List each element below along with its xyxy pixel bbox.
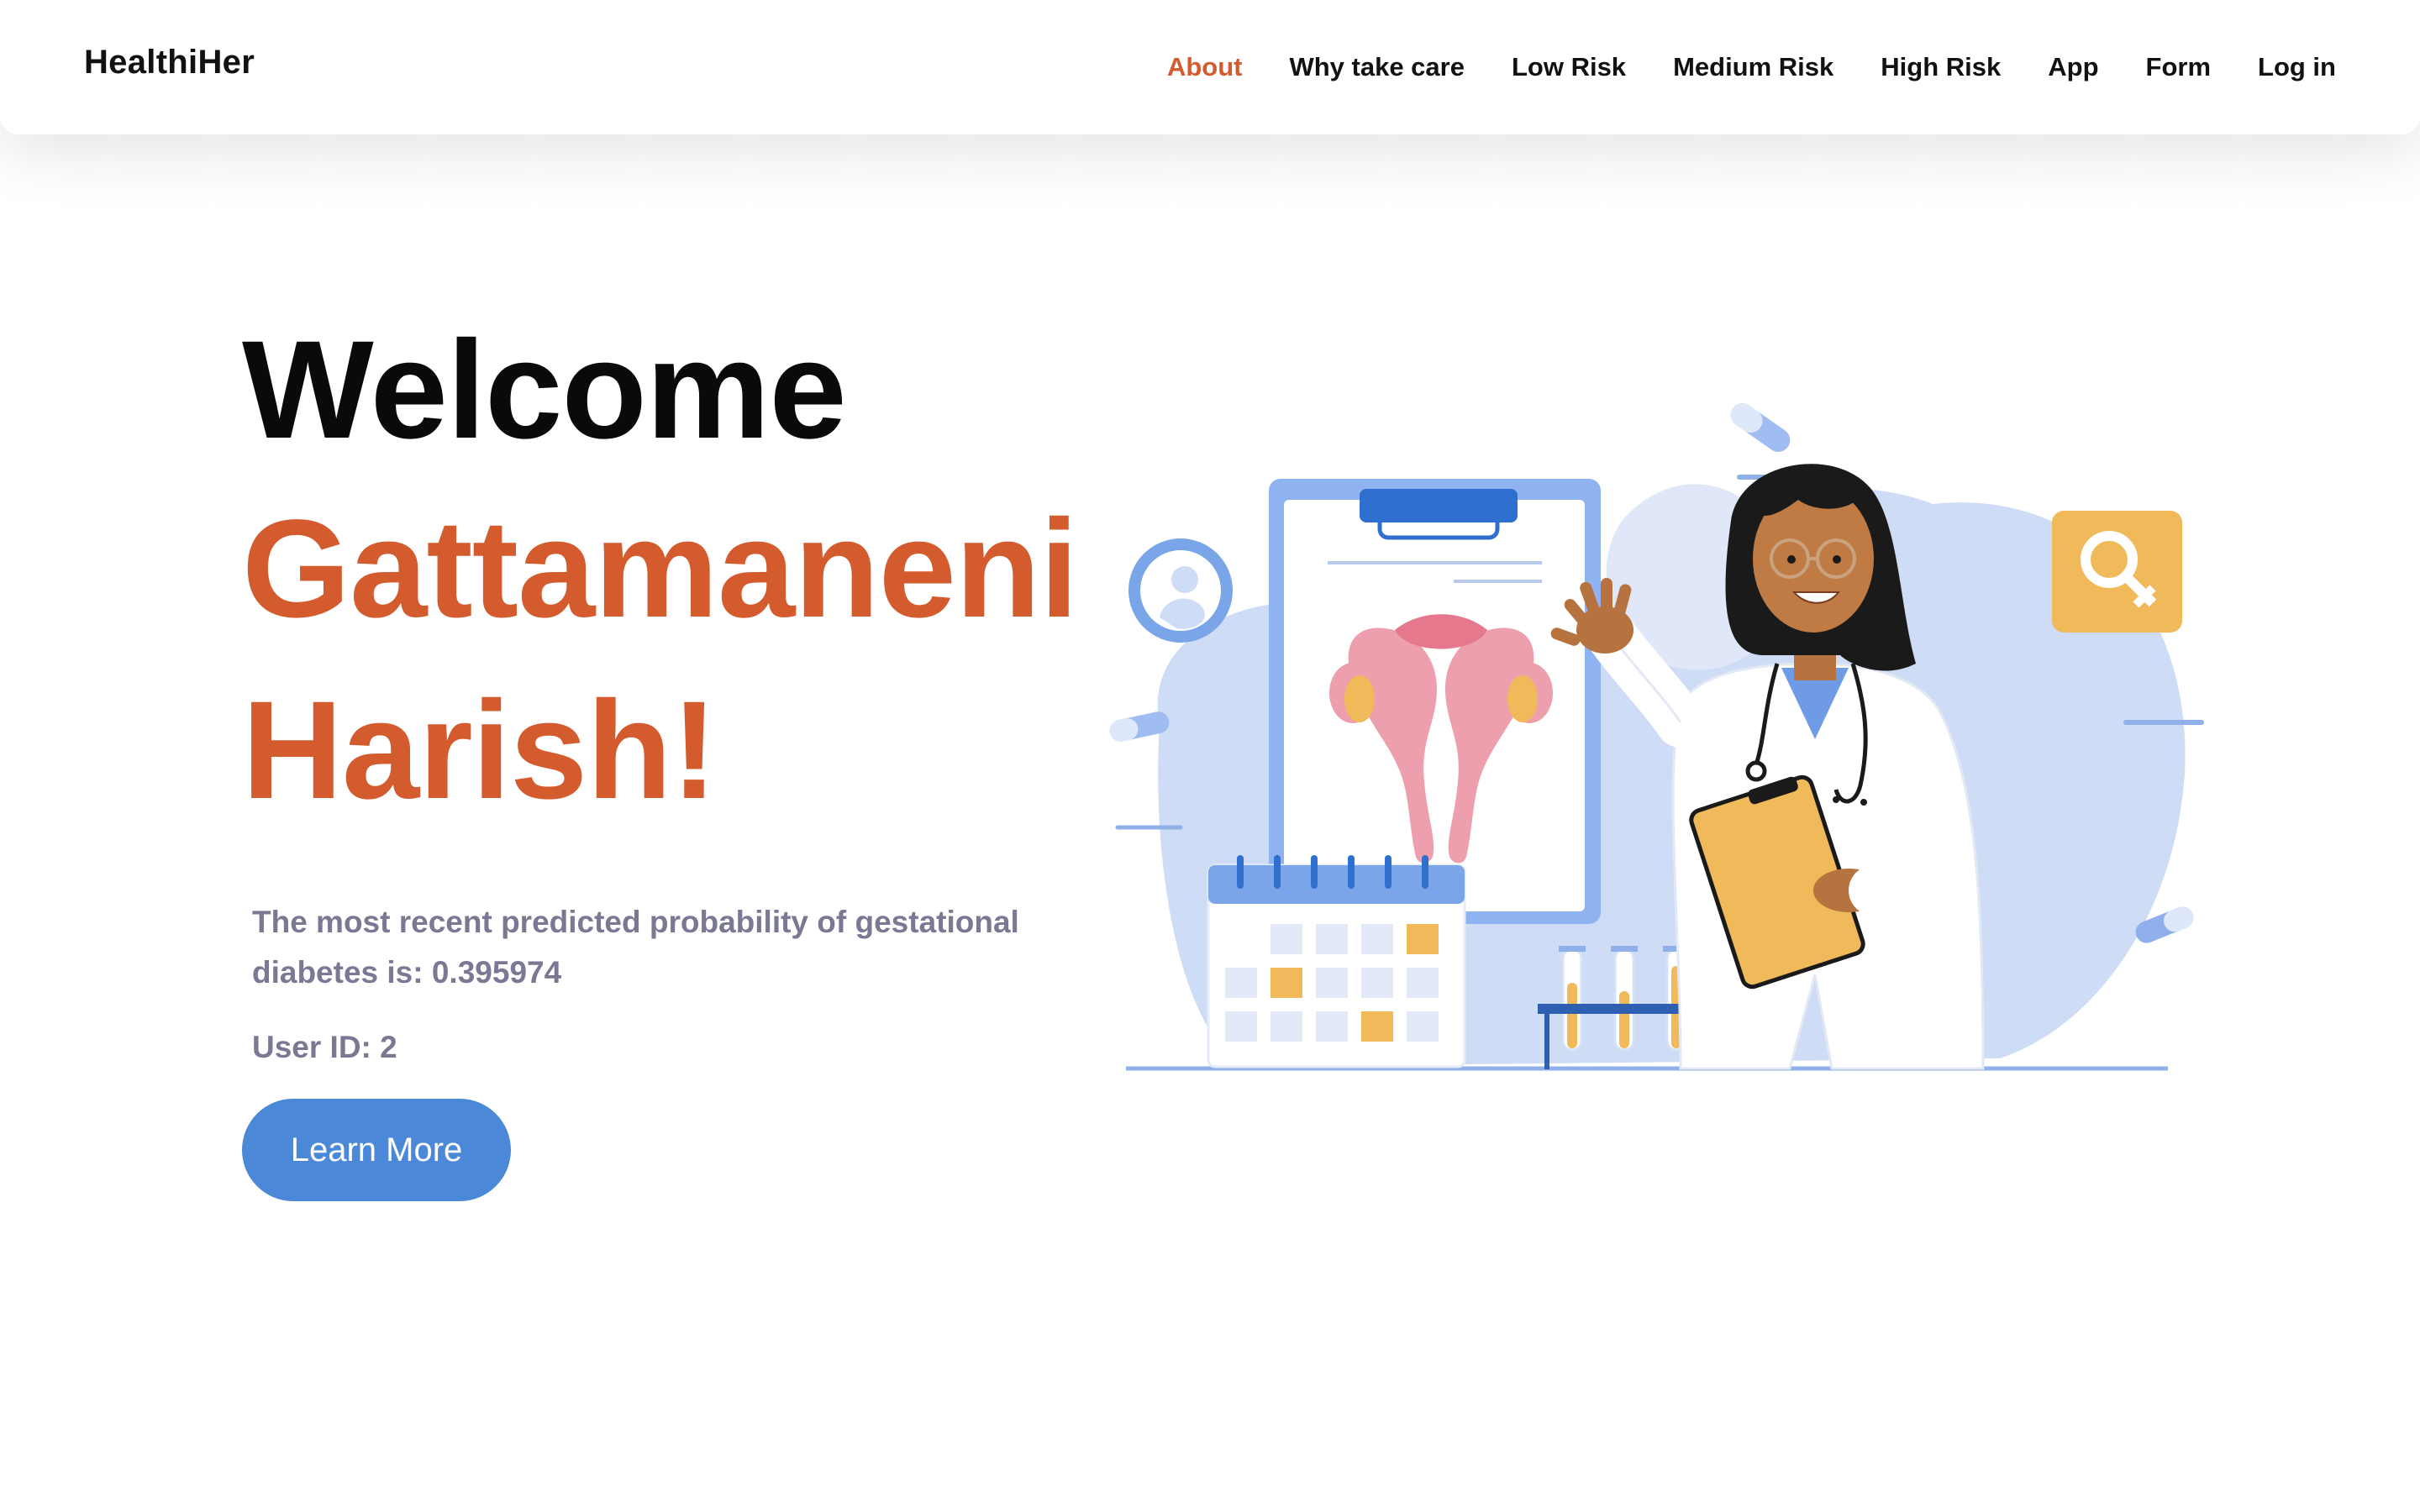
- calendar-icon: [1207, 855, 1466, 1068]
- user-first-name: Gattamaneni: [242, 491, 1078, 647]
- prediction-probability-text: The most recent predicted probability of…: [252, 905, 1019, 990]
- nav-item-why-take-care[interactable]: Why take care: [1289, 52, 1465, 82]
- nav-item-medium-risk[interactable]: Medium Risk: [1673, 52, 1833, 82]
- nav-links: About Why take care Low Risk Medium Risk…: [1167, 0, 2336, 134]
- doctor-illustration: [1092, 386, 2252, 1092]
- hero-section: Welcome Gattamaneni Harish! The most rec…: [242, 302, 1082, 1201]
- welcome-heading: Welcome: [242, 312, 847, 468]
- pregnancy-badge-icon: [1128, 538, 1233, 643]
- nav-item-low-risk[interactable]: Low Risk: [1512, 52, 1626, 82]
- nav-item-high-risk[interactable]: High Risk: [1881, 52, 2001, 82]
- nav-item-form[interactable]: Form: [2146, 52, 2212, 82]
- female-symbol-icon: [2052, 511, 2182, 633]
- clipboard-chart: [1269, 479, 1601, 924]
- nav-item-about[interactable]: About: [1167, 52, 1243, 82]
- nav-item-log-in[interactable]: Log in: [2258, 52, 2336, 82]
- navbar: HealthiHer About Why take care Low Risk …: [0, 0, 2420, 134]
- user-name-heading: Gattamaneni Harish!: [242, 479, 1082, 842]
- user-last-name: Harish!: [242, 673, 718, 828]
- nav-item-app[interactable]: App: [2048, 52, 2098, 82]
- user-id-text: User ID: 2: [252, 1030, 397, 1064]
- brand-logo[interactable]: HealthiHer: [84, 44, 255, 81]
- learn-more-button[interactable]: Learn More: [242, 1099, 511, 1201]
